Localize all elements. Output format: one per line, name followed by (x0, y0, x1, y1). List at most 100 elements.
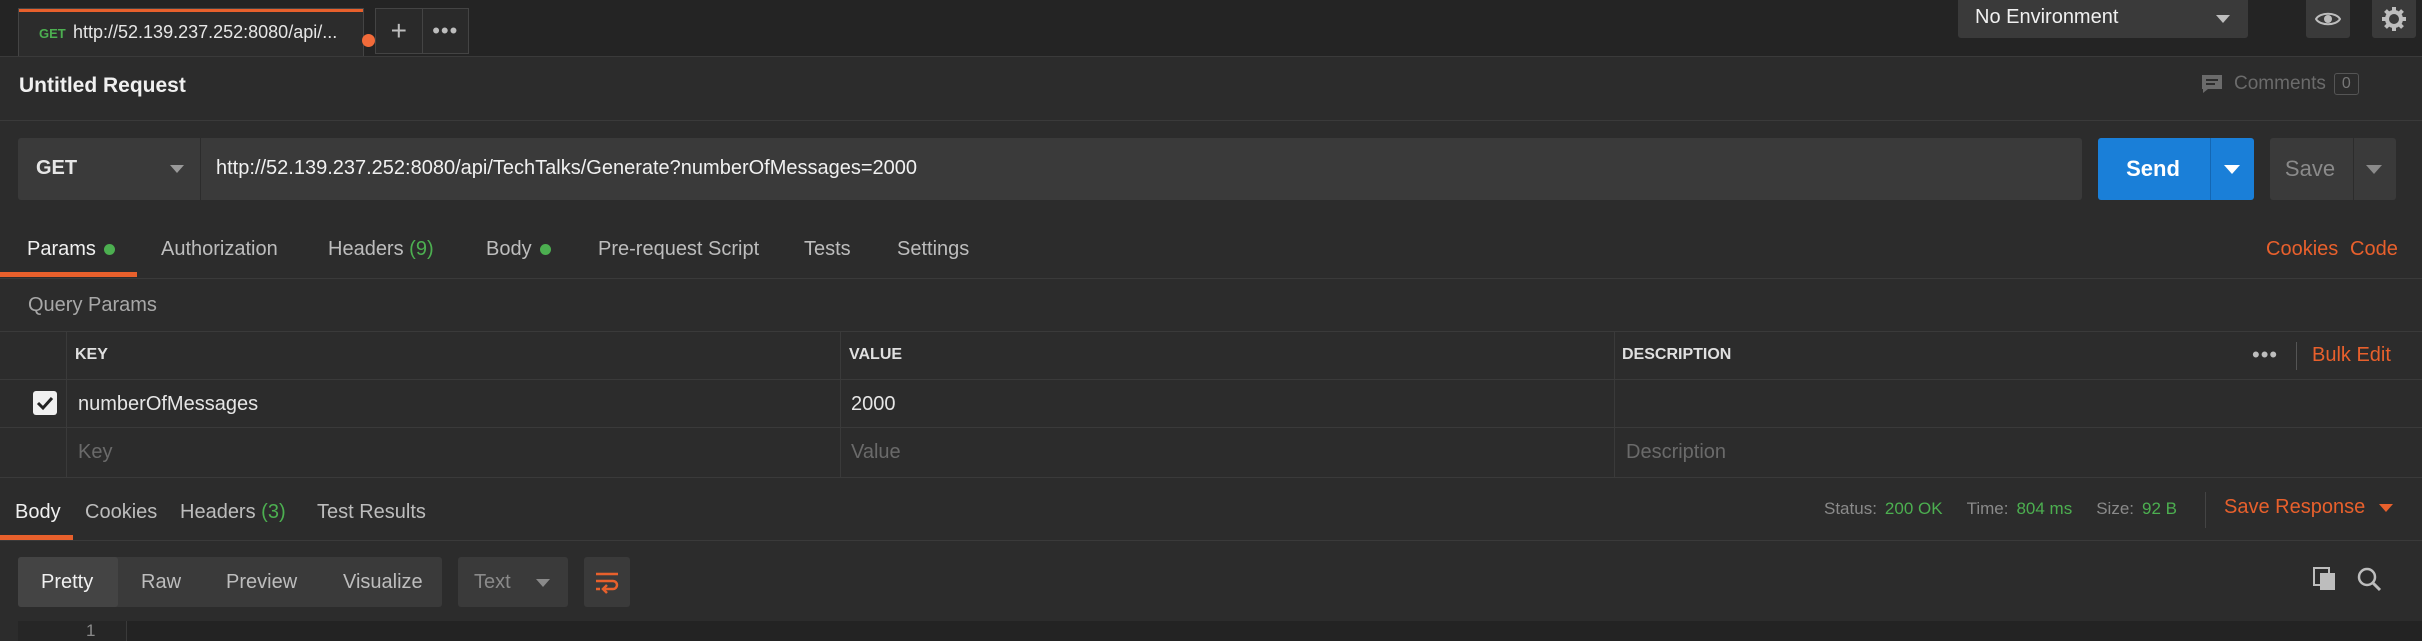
time-value[interactable]: 804 ms (2016, 499, 2072, 518)
code-link[interactable]: Code (2350, 238, 2398, 261)
url-bar: GET http://52.139.237.252:8080/api/TechT… (18, 138, 2082, 200)
save-options-chevron-icon[interactable] (2366, 165, 2382, 174)
response-tab-headers[interactable]: Headers (3) (180, 501, 286, 524)
tab-headers-label: Headers (328, 238, 404, 260)
new-description-input[interactable]: Description (1626, 441, 1726, 464)
response-tab-test-results[interactable]: Test Results (317, 501, 426, 524)
size-value[interactable]: 92 B (2142, 499, 2177, 518)
send-button[interactable]: Send (2098, 138, 2254, 200)
comments-label: Comments (2234, 73, 2326, 94)
bulk-edit-link[interactable]: Bulk Edit (2312, 344, 2391, 367)
method-value: GET (36, 157, 78, 179)
column-header-description: DESCRIPTION (1622, 346, 1732, 363)
divider (1614, 332, 1615, 380)
request-tab-url: http://52.139.237.252:8080/api/... (73, 22, 338, 42)
query-params-title: Query Params (28, 294, 157, 316)
line-number: 1 (86, 621, 96, 640)
headers-count: (9) (409, 238, 434, 260)
divider (2353, 138, 2354, 200)
active-tab-indicator (19, 9, 363, 12)
divider (0, 540, 2422, 541)
response-tab-cookies[interactable]: Cookies (85, 501, 157, 524)
view-tab-pretty[interactable]: Pretty (41, 571, 93, 594)
tab-params-label: Params (27, 238, 96, 260)
size-label: Size: (2096, 499, 2134, 518)
table-row-new: Key Value Description (0, 427, 2422, 478)
param-key-input[interactable]: numberOfMessages (78, 393, 258, 416)
comments-count-badge: 0 (2333, 73, 2359, 95)
chevron-down-icon (536, 579, 550, 587)
url-input[interactable]: http://52.139.237.252:8080/api/TechTalks… (216, 157, 917, 180)
unsaved-dot-icon (362, 34, 375, 47)
method-select[interactable]: GET (18, 138, 201, 200)
save-response-label: Save Response (2224, 496, 2366, 518)
gear-icon (2382, 7, 2406, 31)
param-enabled-checkbox[interactable] (33, 391, 57, 415)
divider (2296, 342, 2297, 370)
save-response-button[interactable]: Save Response (2224, 496, 2394, 519)
tab-authorization[interactable]: Authorization (161, 238, 278, 261)
divider (0, 120, 2422, 121)
divider (840, 428, 841, 478)
send-options-chevron-icon[interactable] (2224, 165, 2240, 174)
copy-response-button[interactable] (2312, 566, 2338, 598)
send-label: Send (2126, 156, 2180, 181)
view-tab-preview[interactable]: Preview (226, 571, 297, 594)
comments-button[interactable]: Comments 0 (2200, 73, 2359, 95)
tab-settings[interactable]: Settings (897, 238, 969, 261)
divider (2210, 138, 2211, 200)
view-tab-raw[interactable]: Raw (141, 571, 181, 594)
chevron-down-icon (2379, 503, 2394, 512)
tab-params[interactable]: Params (27, 238, 115, 261)
save-button[interactable]: Save (2270, 138, 2396, 200)
tab-more-button[interactable]: ••• (421, 9, 469, 53)
new-value-input[interactable]: Value (851, 441, 901, 464)
request-title[interactable]: Untitled Request (19, 74, 186, 98)
column-header-value: VALUE (849, 346, 903, 363)
line-gutter (18, 621, 127, 641)
status-label: Status: (1824, 499, 1877, 518)
format-select[interactable]: Text (458, 557, 568, 607)
params-active-dot-icon (103, 244, 115, 256)
new-tab-button[interactable]: + (376, 9, 422, 53)
view-tab-visualize[interactable]: Visualize (343, 571, 423, 594)
manage-environments-button[interactable] (2372, 0, 2416, 38)
cookies-link[interactable]: Cookies (2266, 238, 2338, 261)
eye-icon (2315, 12, 2341, 26)
response-meta: Status: 200 OK Time: 804 ms Size: 92 B (1824, 499, 2177, 519)
search-icon (2357, 567, 2382, 592)
response-editor[interactable] (18, 621, 2422, 641)
tab-body[interactable]: Body (486, 238, 551, 261)
divider (1614, 380, 1615, 428)
table-row: numberOfMessages 2000 (0, 379, 2422, 428)
response-tab-body[interactable]: Body (15, 501, 61, 524)
response-headers-count: (3) (261, 501, 286, 523)
format-value: Text (474, 571, 511, 593)
table-header-row: KEY VALUE DESCRIPTION ••• Bulk Edit (0, 331, 2422, 380)
divider (840, 332, 841, 380)
wrap-icon (596, 572, 619, 594)
divider (1614, 428, 1615, 478)
request-tab[interactable]: GET http://52.139.237.252:8080/api/... (18, 8, 375, 56)
tab-pre-request-script[interactable]: Pre-request Script (598, 238, 759, 261)
wrap-lines-button[interactable] (584, 557, 630, 607)
divider (66, 380, 67, 428)
environment-quick-look-button[interactable] (2306, 0, 2350, 38)
new-key-input[interactable]: Key (78, 441, 112, 464)
divider (66, 332, 67, 380)
divider (840, 380, 841, 428)
param-value-input[interactable]: 2000 (851, 393, 896, 416)
tab-headers[interactable]: Headers (9) (328, 238, 434, 261)
environment-select[interactable]: No Environment (1958, 0, 2248, 38)
more-icon: ••• (432, 18, 459, 43)
divider (0, 477, 2422, 478)
divider (2205, 492, 2206, 528)
save-label: Save (2284, 156, 2336, 181)
divider (0, 278, 2422, 279)
search-response-button[interactable] (2356, 566, 2382, 598)
more-icon[interactable]: ••• (2252, 342, 2278, 368)
status-value[interactable]: 200 OK (1885, 499, 1943, 518)
tab-tests[interactable]: Tests (804, 238, 851, 261)
plus-icon: + (390, 15, 407, 46)
params-table: KEY VALUE DESCRIPTION ••• Bulk Edit numb… (0, 331, 2422, 478)
